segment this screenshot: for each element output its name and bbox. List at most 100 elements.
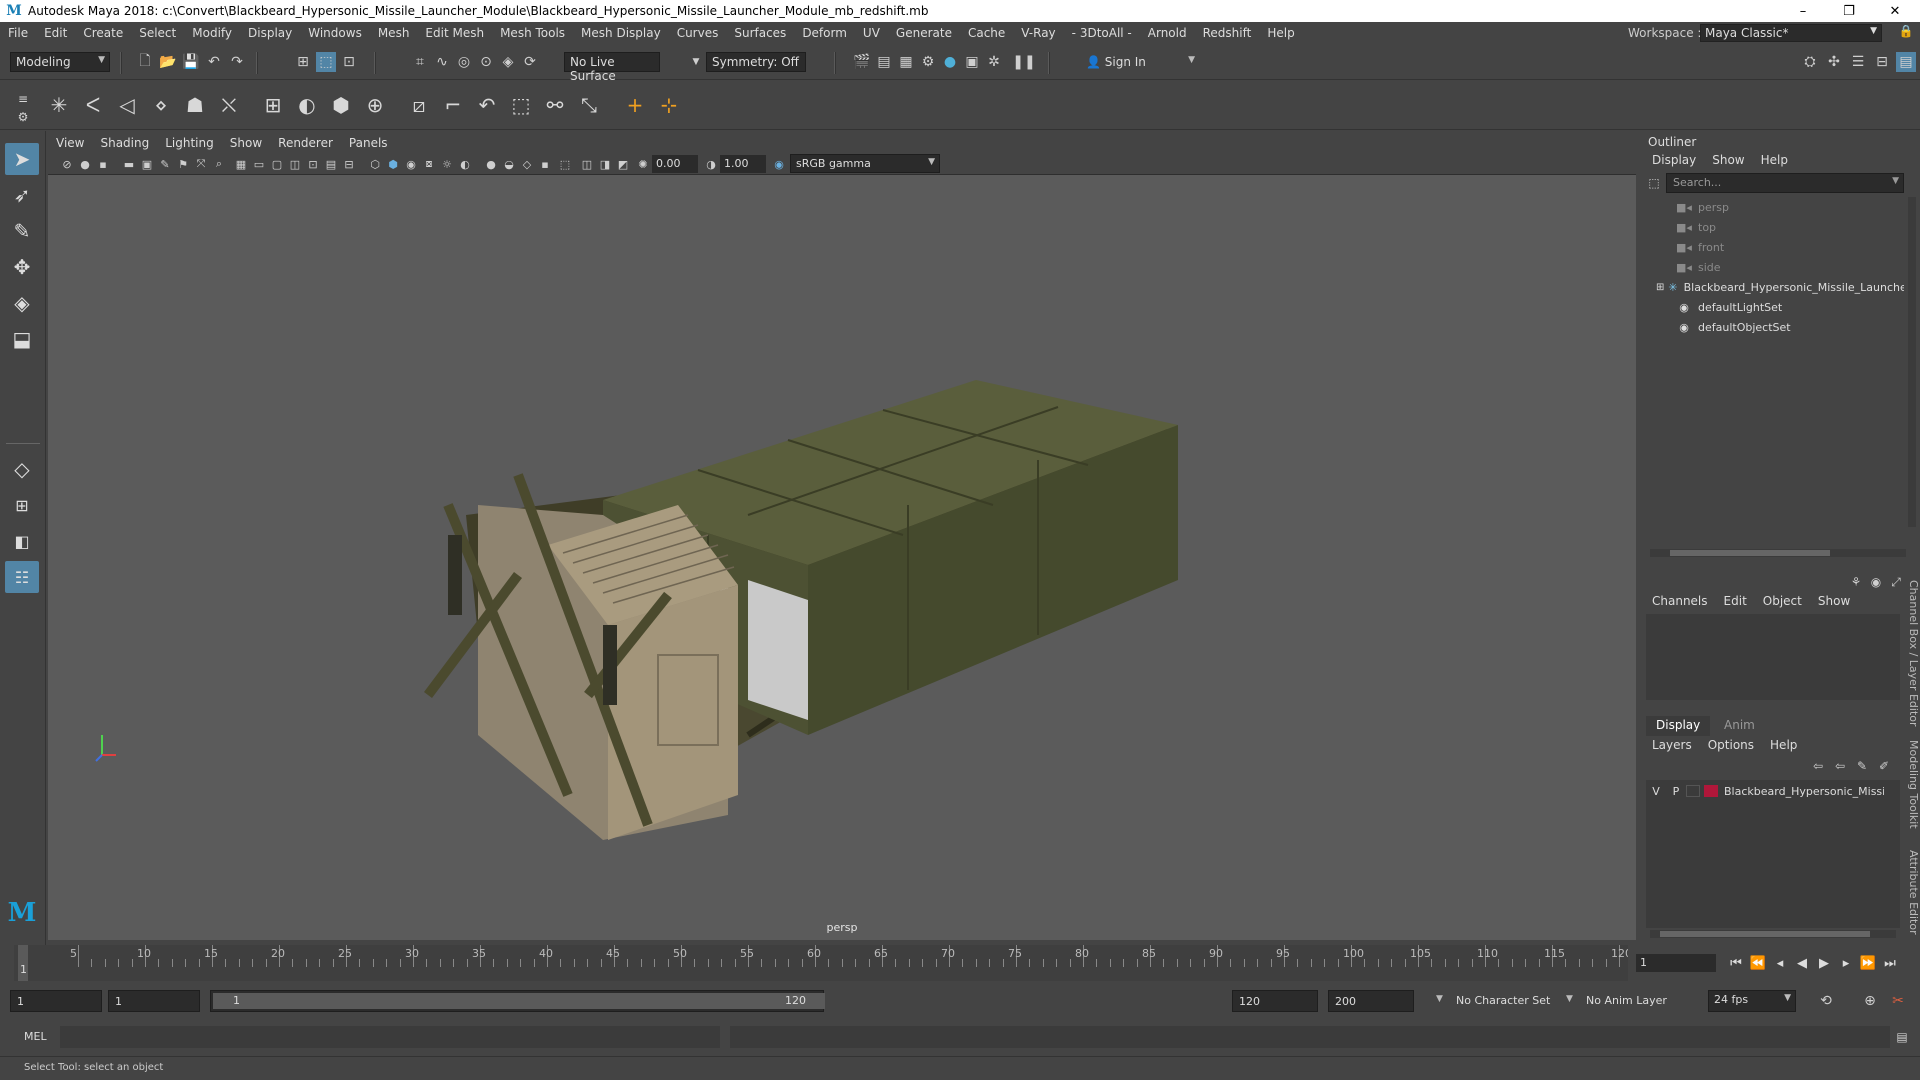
menu-cache[interactable]: Cache	[960, 26, 1013, 40]
mode-select[interactable]: Modeling ▼	[10, 52, 110, 72]
minimize-button[interactable]: –	[1780, 0, 1826, 22]
new-layer-selected-icon[interactable]: ✐	[1874, 756, 1894, 776]
launcher-model[interactable]	[48, 175, 1636, 940]
script-editor-icon[interactable]: ▤	[1892, 1027, 1912, 1047]
viewport-menu-lighting[interactable]: Lighting	[157, 136, 222, 150]
menu-uv[interactable]: UV	[855, 26, 888, 40]
skeleton-icon[interactable]: ⛌	[214, 90, 244, 120]
channel-box-icon[interactable]: ▤	[1896, 52, 1916, 72]
viewport-menu-view[interactable]: View	[48, 136, 92, 150]
wire-icon[interactable]: ↶	[472, 90, 502, 120]
rotate-tool-icon[interactable]: ◈	[5, 287, 39, 319]
current-frame-field[interactable]: 1	[1636, 954, 1716, 972]
layer-playback-toggle[interactable]: P	[1666, 785, 1686, 798]
persp-outliner-layout-icon[interactable]: ◧	[5, 525, 39, 557]
shelf-settings-icon[interactable]: ⚙	[8, 102, 38, 132]
step-forward-frame-icon[interactable]: ▸	[1836, 954, 1856, 972]
camera-attributes-icon[interactable]: ▬	[120, 155, 138, 173]
go-to-end-icon[interactable]: ⏭	[1880, 954, 1900, 972]
channel-menu-show[interactable]: Show	[1818, 594, 1850, 608]
select-component-icon[interactable]: ⊡	[339, 52, 359, 72]
tab-display[interactable]: Display	[1646, 716, 1711, 736]
command-language-label[interactable]: MEL	[24, 1030, 47, 1043]
playback-end-field[interactable]: 120	[1232, 990, 1318, 1012]
menu-mesh[interactable]: Mesh	[370, 26, 418, 40]
layer-hscrollbar[interactable]	[1650, 930, 1896, 938]
layer-row[interactable]: V P Blackbeard_Hypersonic_Missile_Launch…	[1646, 782, 1900, 800]
gamma-field[interactable]: 1.00	[720, 155, 766, 173]
menu-mesh-tools[interactable]: Mesh Tools	[492, 26, 573, 40]
menu-deform[interactable]: Deform	[794, 26, 855, 40]
bone-tool-icon[interactable]: ⋄	[146, 90, 176, 120]
select-hierarchy-icon[interactable]: ⊞	[293, 52, 313, 72]
motion-blur-icon[interactable]: ◒	[500, 155, 518, 173]
move-tool-icon[interactable]: ✥	[5, 251, 39, 283]
humanik-icon[interactable]: ☗	[180, 90, 210, 120]
xray-active-icon[interactable]: ◩	[614, 155, 632, 173]
color-space-select[interactable]: sRGB gamma ▼	[790, 154, 940, 173]
anti-aliasing-icon[interactable]: ◇	[518, 155, 536, 173]
render-view-icon[interactable]: ▦	[896, 52, 916, 72]
command-input[interactable]	[60, 1026, 720, 1048]
snap-curve-icon[interactable]: ∿	[432, 52, 452, 72]
symmetry-select[interactable]: Symmetry: Off	[706, 52, 806, 72]
four-view-layout-icon[interactable]: ⊞	[5, 489, 39, 521]
anim-layer-select[interactable]: No Anim Layer	[1586, 994, 1667, 1007]
xray-joints-icon[interactable]: ◨	[596, 155, 614, 173]
menu-redshift[interactable]: Redshift	[1195, 26, 1260, 40]
outliner-item[interactable]: ■◂ front	[1676, 237, 1920, 257]
render-settings-icon[interactable]: ⚙	[918, 52, 938, 72]
resolution-gate-icon[interactable]: ▢	[268, 155, 286, 173]
chevron-down-icon[interactable]: ▼	[686, 52, 706, 72]
maximize-button[interactable]: ❐	[1826, 0, 1872, 22]
character-set-select[interactable]: No Character Set	[1456, 994, 1550, 1007]
select-tool-icon[interactable]: ➤	[5, 143, 39, 175]
snap-surface-icon[interactable]: ◈	[498, 52, 518, 72]
snap-grid-icon[interactable]: ⌗	[410, 52, 430, 72]
cluster-icon[interactable]: ⌐	[438, 90, 468, 120]
tab-channel-box-layer-editor[interactable]: Channel Box / Layer Editor	[1900, 580, 1920, 727]
menu-windows[interactable]: Windows	[300, 26, 370, 40]
wireframe-icon[interactable]: ⬡	[366, 155, 384, 173]
image-plane-icon[interactable]: ▣	[138, 155, 156, 173]
playback-start-field[interactable]: 1	[108, 990, 200, 1012]
outliner-item[interactable]: ■◂ persp	[1676, 197, 1920, 217]
screen-space-ao-icon[interactable]: ●	[482, 155, 500, 173]
step-back-key-icon[interactable]: ⏪	[1748, 954, 1768, 972]
move-layer-down-icon[interactable]: ⇦	[1830, 756, 1850, 776]
tab-attribute-editor[interactable]: Attribute Editor	[1900, 850, 1920, 935]
layer-menu-help[interactable]: Help	[1770, 738, 1797, 752]
tab-modeling-toolkit[interactable]: Modeling Toolkit	[1900, 740, 1920, 829]
lock-icon[interactable]: 🔒	[1898, 24, 1914, 42]
outliner-item[interactable]: ◉ defaultLightSet	[1676, 297, 1920, 317]
gamma-icon[interactable]: ◑	[702, 155, 720, 173]
pick-walk-icon[interactable]: ✳	[44, 90, 74, 120]
menu-create[interactable]: Create	[75, 26, 131, 40]
camera-lock-icon[interactable]: ●	[76, 155, 94, 173]
grid-icon[interactable]: ▦	[232, 155, 250, 173]
new-scene-icon[interactable]: 🗋	[135, 52, 155, 72]
xray-icon[interactable]: ◫	[578, 155, 596, 173]
save-scene-icon[interactable]: 💾	[181, 52, 201, 72]
character-controls-icon[interactable]: ✣	[1824, 52, 1844, 72]
paint-select-tool-icon[interactable]: ✎	[5, 215, 39, 247]
move-layer-up-icon[interactable]: ⇦	[1808, 756, 1828, 776]
menu-vray[interactable]: V-Ray	[1013, 26, 1063, 40]
lasso-tool-icon[interactable]: ➶	[5, 179, 39, 211]
loop-icon[interactable]: ⟲	[1816, 991, 1836, 1011]
tool-settings-icon[interactable]: ⊟	[1872, 52, 1892, 72]
play-backward-icon[interactable]: ◀	[1792, 954, 1812, 972]
chevron-down-icon[interactable]: ▼	[1566, 994, 1573, 1004]
modeling-toolkit-icon[interactable]: ⛭	[1800, 52, 1820, 72]
gate-mask-icon[interactable]: ◫	[286, 155, 304, 173]
snap-edge-icon[interactable]: ⟳	[520, 52, 540, 72]
2d-pan-zoom-icon[interactable]: ⤧	[192, 155, 210, 173]
time-slider[interactable]: 1 5 10 15 20 25 30 35 40 45 50 55 60 65 70 75 80 85 90 95 1…	[14, 945, 1632, 981]
channel-menu-channels[interactable]: Channels	[1652, 594, 1708, 608]
single-perspective-layout-icon[interactable]: ◇	[5, 453, 39, 485]
channel-menu-object[interactable]: Object	[1763, 594, 1802, 608]
outliner-hscrollbar[interactable]	[1650, 549, 1906, 557]
layer-menu-options[interactable]: Options	[1708, 738, 1754, 752]
step-back-frame-icon[interactable]: ◂	[1770, 954, 1790, 972]
exposure-field[interactable]: 0.00	[652, 155, 698, 173]
